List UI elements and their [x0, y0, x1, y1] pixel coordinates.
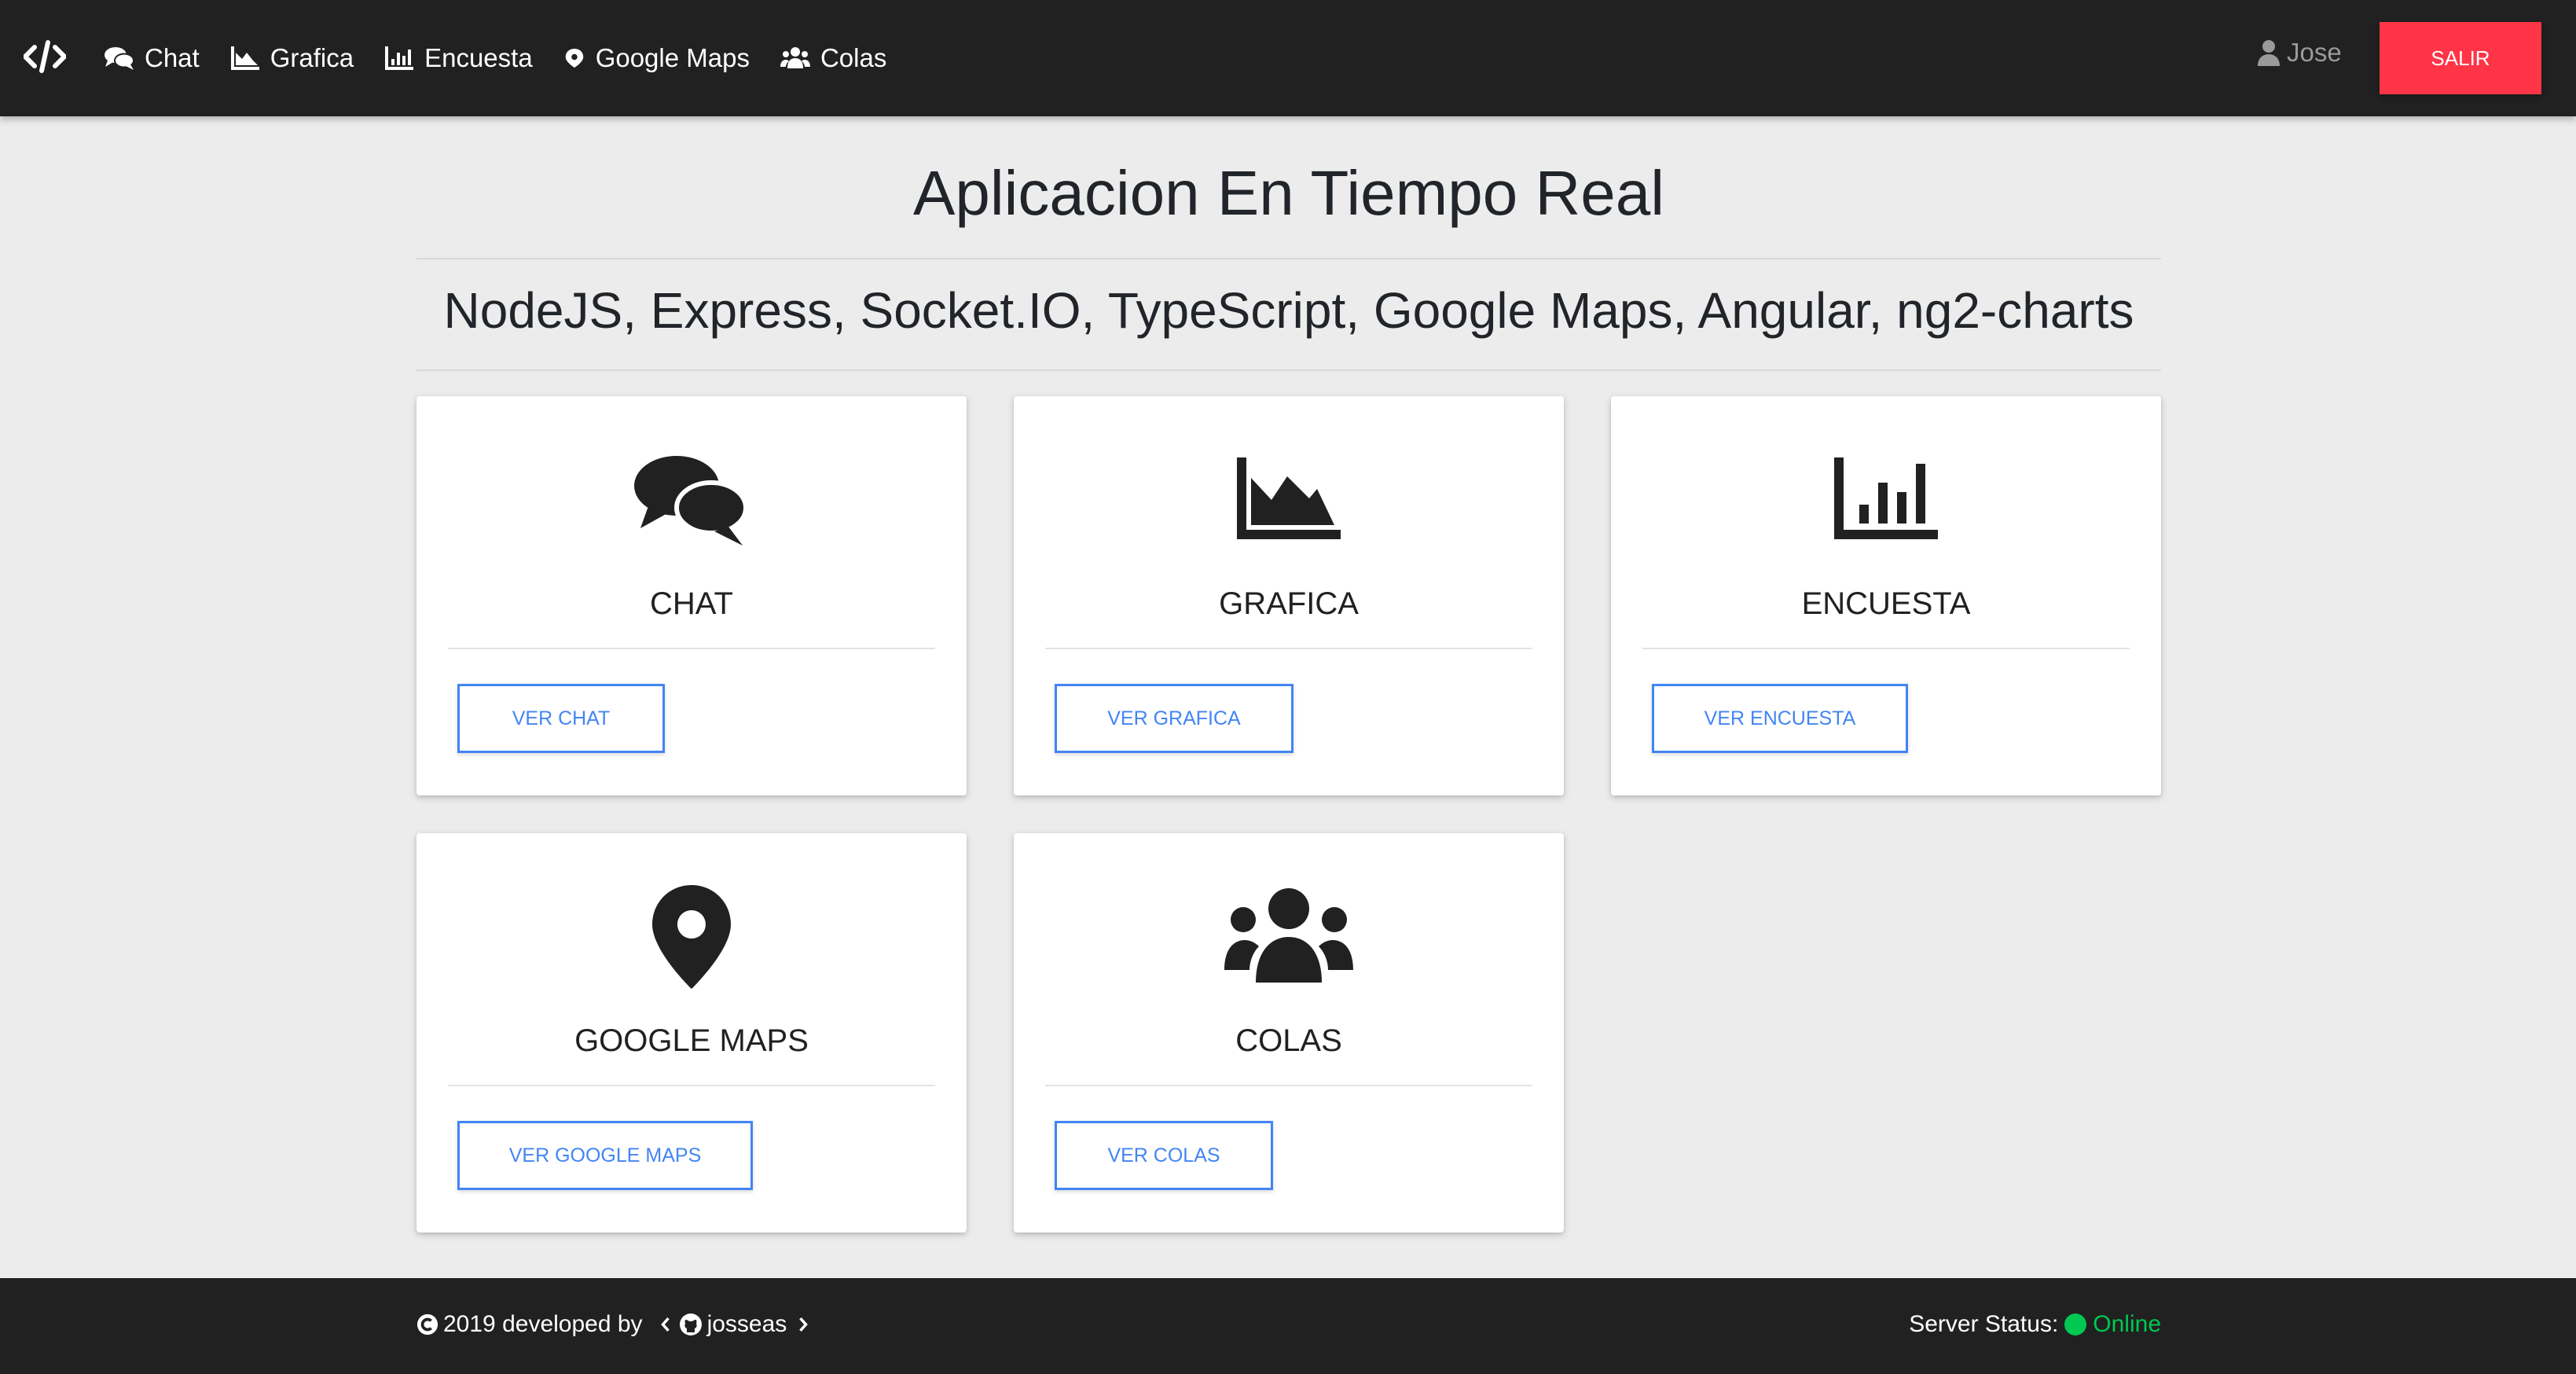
page-subtitle: NodeJS, Express, Socket.IO, TypeScript, …: [443, 282, 2134, 339]
logout-button[interactable]: SALIR: [2380, 22, 2541, 94]
github-icon: [679, 1313, 702, 1335]
nav-link-grafica[interactable]: Grafica: [229, 43, 354, 73]
comments-icon: [634, 456, 748, 546]
nav-link-colas[interactable]: Colas: [780, 43, 886, 73]
page-title: Aplicacion En Tiempo Real: [912, 158, 1665, 228]
server-status-label: Server Status:: [1909, 1311, 2059, 1337]
card-chat: CHAT VER CHAT: [416, 396, 967, 795]
users-icon: [780, 47, 810, 68]
card-title: GRAFICA: [1219, 586, 1359, 621]
users-icon: [1224, 888, 1353, 983]
card-encuesta: ENCUESTA VER ENCUESTA: [1611, 396, 2161, 795]
navbar: Chat Grafica Encuesta Google Maps Colas …: [0, 0, 2576, 116]
comments-icon: [105, 47, 134, 70]
nav-link-encuesta[interactable]: Encuesta: [383, 43, 533, 73]
author-link[interactable]: josseas: [707, 1311, 787, 1338]
chevron-right-icon: [799, 1317, 809, 1332]
card-colas: COLAS VER COLAS: [1014, 833, 1564, 1233]
user-info: Jose: [2257, 38, 2342, 68]
view-google-maps-button[interactable]: VER GOOGLE MAPS: [457, 1121, 753, 1190]
nav-link-label: Grafica: [270, 43, 354, 72]
status-indicator-icon: [2064, 1313, 2087, 1335]
server-status: Server Status: Online: [1909, 1311, 2161, 1338]
user-icon: [2258, 40, 2280, 66]
view-grafica-button[interactable]: VER GRAFICA: [1055, 684, 1294, 753]
copyright-icon: [416, 1313, 439, 1335]
card-divider: [448, 1085, 935, 1086]
divider: [416, 258, 2161, 259]
card-title: CHAT: [650, 586, 733, 621]
code-icon[interactable]: [24, 39, 66, 74]
card-grafica: GRAFICA VER GRAFICA: [1014, 396, 1564, 795]
card-divider: [1045, 648, 1532, 649]
footer: 2019 developed by josseas Server Status:…: [0, 1278, 2576, 1374]
nav-link-label: Chat: [145, 43, 200, 72]
card-title: GOOGLE MAPS: [574, 1023, 809, 1058]
card-divider: [1642, 648, 2130, 649]
card-title: COLAS: [1235, 1023, 1342, 1058]
nav-link-google-maps[interactable]: Google Maps: [563, 43, 750, 73]
server-status-value: Online: [2093, 1311, 2161, 1337]
map-marker-icon: [652, 885, 731, 989]
view-encuesta-button[interactable]: VER ENCUESTA: [1652, 684, 1908, 753]
nav-link-chat[interactable]: Chat: [104, 43, 200, 73]
footer-credits: 2019 developed by josseas: [416, 1311, 809, 1338]
card-google-maps: GOOGLE MAPS VER GOOGLE MAPS: [416, 833, 967, 1233]
area-chart-icon: [230, 46, 259, 70]
nav-link-label: Colas: [820, 43, 887, 72]
view-chat-button[interactable]: VER CHAT: [457, 684, 665, 753]
view-colas-button[interactable]: VER COLAS: [1055, 1121, 1273, 1190]
bar-chart-icon: [385, 46, 414, 70]
divider: [416, 369, 2161, 371]
map-marker-icon: [565, 49, 583, 68]
nav-link-label: Google Maps: [595, 43, 750, 72]
card-title: ENCUESTA: [1801, 586, 1971, 621]
nav-link-label: Encuesta: [424, 43, 533, 72]
copyright-text: 2019 developed by: [443, 1311, 643, 1337]
card-divider: [1045, 1085, 1532, 1086]
bar-chart-icon: [1834, 457, 1938, 539]
user-name: Jose: [2287, 38, 2342, 67]
chevron-left-icon: [660, 1317, 670, 1332]
area-chart-icon: [1237, 457, 1341, 539]
card-divider: [448, 648, 935, 649]
nav-links: Chat Grafica Encuesta Google Maps Colas: [104, 0, 916, 116]
